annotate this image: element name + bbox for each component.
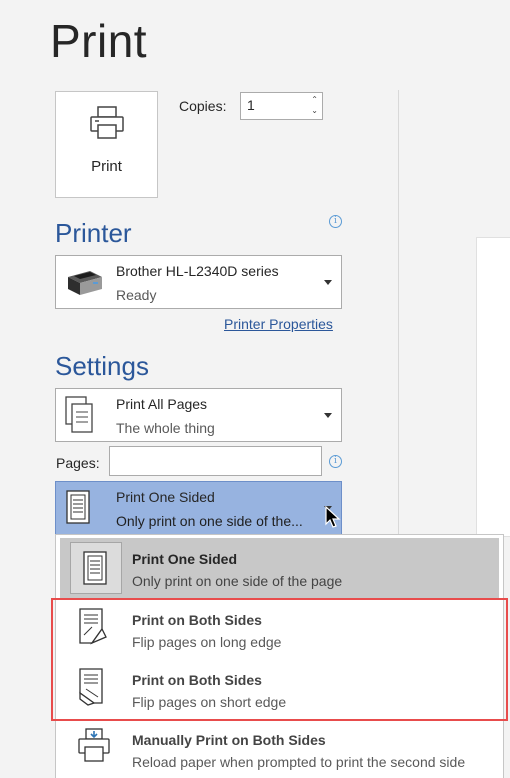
one-sided-page-icon bbox=[64, 489, 94, 532]
printer-name: Brother HL-L2340D series bbox=[116, 263, 279, 279]
menu-item-title: Manually Print on Both Sides bbox=[132, 732, 326, 748]
highlight-annotation-box bbox=[51, 598, 508, 721]
sides-subtitle: Only print on one side of the... bbox=[116, 513, 303, 529]
print-range-title: Print All Pages bbox=[116, 396, 208, 412]
pages-input[interactable] bbox=[109, 446, 322, 476]
menu-item-manually-print-both-sides[interactable]: Manually Print on Both Sides Reload pape… bbox=[56, 719, 503, 778]
copies-field[interactable]: ⌃ ⌄ bbox=[240, 92, 323, 120]
settings-heading: Settings bbox=[55, 351, 149, 381]
copies-input[interactable] bbox=[247, 97, 302, 113]
printer-properties-link[interactable]: Printer Properties bbox=[224, 316, 333, 332]
copies-decrement-icon[interactable]: ⌄ bbox=[311, 107, 318, 115]
info-icon[interactable]: i bbox=[329, 215, 342, 228]
print-preview-page bbox=[476, 237, 510, 537]
one-sided-page-icon bbox=[70, 542, 122, 594]
menu-item-print-one-sided[interactable]: Print One Sided Only print on one side o… bbox=[60, 538, 499, 598]
copies-increment-icon[interactable]: ⌃ bbox=[311, 96, 318, 104]
print-button-label: Print bbox=[91, 158, 122, 175]
copies-label: Copies: bbox=[179, 98, 227, 114]
sides-title: Print One Sided bbox=[116, 489, 215, 505]
info-icon[interactable]: i bbox=[329, 455, 342, 468]
printer-status: Ready bbox=[116, 287, 157, 303]
chevron-down-icon bbox=[324, 413, 332, 418]
printer-device-icon bbox=[64, 263, 104, 304]
menu-item-subtitle: Reload paper when prompted to print the … bbox=[132, 754, 466, 770]
menu-item-subtitle: Only print on one side of the page bbox=[132, 573, 343, 589]
printer-icon bbox=[90, 106, 124, 139]
pages-label: Pages: bbox=[56, 455, 100, 471]
printer-heading: Printer bbox=[55, 218, 132, 248]
manual-duplex-printer-icon bbox=[76, 727, 112, 770]
chevron-down-icon bbox=[324, 280, 332, 285]
page-title: Print bbox=[50, 15, 148, 67]
print-range-subtitle: The whole thing bbox=[116, 420, 215, 436]
panel-divider bbox=[398, 90, 399, 534]
printer-dropdown[interactable]: Brother HL-L2340D series Ready bbox=[55, 255, 342, 309]
sides-dropdown[interactable]: Print One Sided Only print on one side o… bbox=[55, 481, 342, 535]
mouse-cursor-icon bbox=[325, 506, 341, 528]
print-button[interactable]: Print bbox=[55, 91, 158, 198]
pages-icon bbox=[64, 396, 94, 439]
menu-item-title: Print One Sided bbox=[132, 551, 238, 567]
print-range-dropdown[interactable]: Print All Pages The whole thing bbox=[55, 388, 342, 442]
